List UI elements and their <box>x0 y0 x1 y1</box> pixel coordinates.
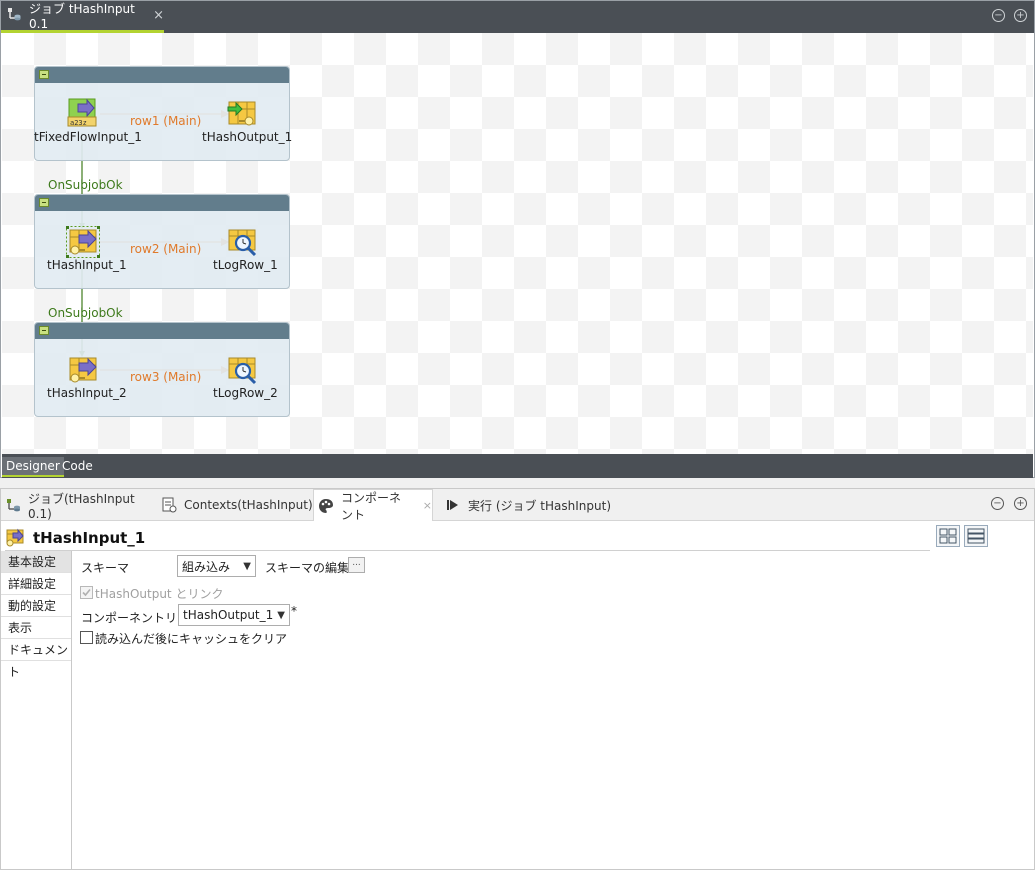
nav-item-basic[interactable]: 基本設定 <box>1 551 71 573</box>
log-row-icon <box>228 357 257 385</box>
component-tlogrow-1[interactable] <box>227 227 259 260</box>
close-icon[interactable]: × <box>423 499 432 512</box>
subjob-header <box>35 323 289 339</box>
component-label: tFixedFlowInput_1 <box>34 130 142 144</box>
chevron-down-icon: ▼ <box>277 609 285 621</box>
clear-cache-checkbox[interactable] <box>80 631 93 644</box>
log-row-icon <box>228 229 257 257</box>
view-list-button[interactable] <box>964 525 988 547</box>
grid-view-icon <box>939 528 957 544</box>
component-title: tHashInput_1 <box>33 528 146 547</box>
minimize-icon[interactable]: − <box>991 497 1004 510</box>
tab-component-label: コンポーネント <box>341 490 402 522</box>
flow-label-row2[interactable]: row2 (Main) <box>130 242 201 256</box>
panel-tab-bar: ジョブ(tHashInput 0.1) Contexts(tHashInput)… <box>1 489 1034 522</box>
tab-contexts-label: Contexts(tHashInput) <box>184 498 313 512</box>
settings-nav: 基本設定 詳細設定 動的設定 表示 ドキュメント <box>1 551 72 870</box>
flow-label-row1[interactable]: row1 (Main) <box>130 114 201 128</box>
component-list-value: tHashOutput_1 <box>183 608 274 622</box>
flow-label-row3[interactable]: row3 (Main) <box>130 370 201 384</box>
maximize-icon[interactable]: + <box>1014 9 1027 22</box>
properties-panel: ジョブ(tHashInput 0.1) Contexts(tHashInput)… <box>0 488 1035 870</box>
nav-item-dynamic[interactable]: 動的設定 <box>1 595 71 617</box>
maximize-icon[interactable]: + <box>1014 497 1027 510</box>
schema-select-value: 組み込み <box>182 559 231 574</box>
check-icon <box>82 588 91 597</box>
hash-output-icon <box>227 101 256 126</box>
editor-tab-bar: ジョブ tHashInput 0.1 × − + <box>1 1 1034 33</box>
nav-item-document[interactable]: ドキュメント <box>1 639 71 679</box>
tab-job[interactable]: ジョブ(tHashInput 0.1) <box>1 489 153 521</box>
job-icon <box>5 497 21 513</box>
nav-item-advanced[interactable]: 詳細設定 <box>1 573 71 595</box>
tab-job-label: ジョブ(tHashInput 0.1) <box>28 491 135 521</box>
component-header: tHashInput_1 <box>5 525 930 551</box>
component-label: tLogRow_2 <box>213 386 278 400</box>
schema-label: スキーマ <box>81 561 130 575</box>
hash-input-icon <box>5 528 25 548</box>
tab-contexts[interactable]: Contexts(tHashInput) <box>157 489 313 521</box>
required-mark: * <box>291 604 297 618</box>
tab-code[interactable]: Code <box>58 457 97 477</box>
hash-input-icon <box>69 357 97 383</box>
subjob-header <box>35 67 289 83</box>
tab-run[interactable]: 実行 (ジョブ tHashInput) <box>441 489 611 521</box>
hash-input-icon <box>66 226 100 258</box>
link-hashoutput-checkbox[interactable] <box>80 586 93 599</box>
editor-tab-job[interactable]: ジョブ tHashInput 0.1 × <box>1 1 164 33</box>
subjob-header <box>35 195 289 211</box>
collapse-icon[interactable] <box>39 326 49 335</box>
schema-select[interactable]: 組み込み ▼ <box>177 555 256 577</box>
chevron-down-icon: ▼ <box>243 560 251 572</box>
close-icon[interactable]: × <box>153 8 164 23</box>
component-label: tHashInput_2 <box>47 386 127 400</box>
view-grid-button[interactable] <box>936 525 960 547</box>
list-view-icon <box>967 528 985 544</box>
component-label: tHashOutput_1 <box>202 130 293 144</box>
editor-bottom-tabs: Designer Code <box>2 454 1033 478</box>
component-tfixedflowinput[interactable]: a23z <box>66 98 98 131</box>
collapse-icon[interactable] <box>39 198 49 207</box>
tab-run-label: 実行 (ジョブ tHashInput) <box>468 498 612 513</box>
fixed-flow-input-icon: a23z <box>67 98 97 127</box>
component-label: tHashInput_1 <box>47 258 127 272</box>
link-hashoutput-label: tHashOutput とリンク <box>95 587 224 601</box>
component-tlogrow-2[interactable] <box>227 355 259 388</box>
component-thashinput-2[interactable] <box>67 355 99 388</box>
clear-cache-label: 読み込んだ後にキャッシュをクリア <box>95 632 288 646</box>
svg-text:a23z: a23z <box>70 119 87 127</box>
trigger-label-onsubjobok[interactable]: OnSubjobOk <box>48 178 123 192</box>
run-icon <box>445 497 461 513</box>
component-thashoutput[interactable] <box>227 99 257 132</box>
palette-icon <box>318 498 334 514</box>
schema-edit-button[interactable]: ... <box>348 557 365 573</box>
trigger-label-onsubjobok[interactable]: OnSubjobOk <box>48 306 123 320</box>
component-label: tLogRow_1 <box>213 258 278 272</box>
contexts-icon <box>161 497 177 513</box>
component-thashinput-1[interactable] <box>66 226 100 261</box>
schema-edit-label: スキーマの編集 <box>265 561 350 575</box>
designer-canvas[interactable]: a23z tFixedFlowInput_1 tHashOutput_1 row… <box>2 33 1033 454</box>
job-icon <box>7 7 21 24</box>
editor-tab-title: ジョブ tHashInput 0.1 <box>29 2 135 31</box>
job-editor: ジョブ tHashInput 0.1 × − + a23z tFixedFlow… <box>0 0 1035 478</box>
component-list-select[interactable]: tHashOutput_1 ▼ <box>178 604 290 626</box>
nav-item-view[interactable]: 表示 <box>1 617 71 639</box>
collapse-icon[interactable] <box>39 70 49 79</box>
tab-component[interactable]: コンポーネント × <box>313 489 433 522</box>
minimize-icon[interactable]: − <box>992 9 1005 22</box>
tab-designer[interactable]: Designer <box>2 457 64 477</box>
